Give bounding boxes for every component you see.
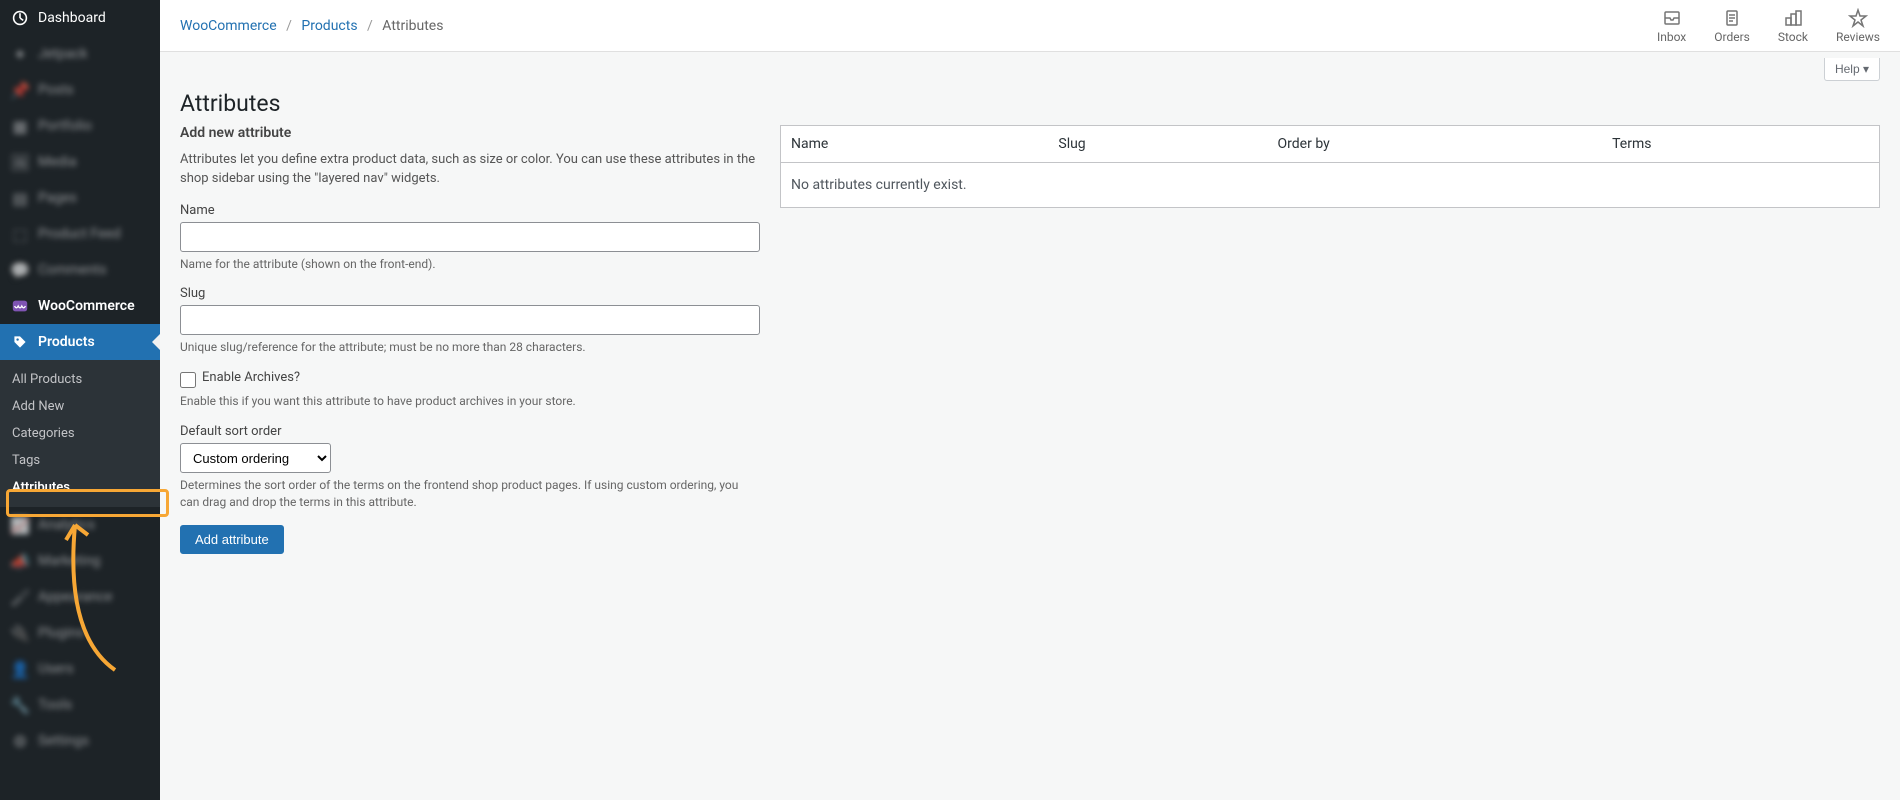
sidebar-item-woocommerce[interactable]: WooCommerce: [0, 288, 160, 324]
breadcrumb-sep: /: [367, 18, 373, 34]
sidebar-item-blurred[interactable]: 👤Users: [0, 651, 160, 687]
sidebar-item-blurred[interactable]: 💬Comments: [0, 252, 160, 288]
add-attribute-form: Add new attribute Attributes let you def…: [180, 125, 760, 554]
help-row: Help ▾: [160, 52, 1900, 81]
top-action-orders[interactable]: Orders: [1714, 8, 1750, 44]
woocommerce-icon: [10, 296, 30, 316]
th-name: Name: [781, 126, 1049, 163]
sidebar-item-blurred[interactable]: ⚙Settings: [0, 723, 160, 759]
submenu-attributes[interactable]: Attributes: [0, 474, 160, 501]
archives-help: Enable this if you want this attribute t…: [180, 393, 760, 410]
admin-sidebar: Dashboard ✦Jetpack 📌Posts ▦Portfolio 🖼Me…: [0, 0, 160, 800]
generic-icon: 📌: [10, 80, 30, 100]
top-action-stock[interactable]: Stock: [1778, 8, 1808, 44]
th-slug: Slug: [1048, 126, 1267, 163]
products-submenu: All Products Add New Categories Tags Att…: [0, 360, 160, 507]
empty-row: No attributes currently exist.: [781, 163, 1880, 208]
top-actions: Inbox Orders Stock Reviews: [1657, 8, 1880, 44]
generic-icon: 🔧: [10, 695, 30, 715]
th-terms: Terms: [1602, 126, 1879, 163]
generic-icon: ✦: [10, 44, 30, 64]
sort-label: Default sort order: [180, 424, 760, 439]
sort-select[interactable]: Custom ordering: [180, 443, 331, 473]
breadcrumb: WooCommerce / Products / Attributes: [180, 18, 443, 34]
generic-icon: ⚙: [10, 731, 30, 751]
add-new-heading: Add new attribute: [180, 125, 760, 141]
generic-icon: 💬: [10, 260, 30, 280]
submenu-categories[interactable]: Categories: [0, 420, 160, 447]
inbox-icon: [1662, 8, 1682, 28]
generic-icon: ⬚: [10, 224, 30, 244]
generic-icon: 📣: [10, 551, 30, 571]
content: Add new attribute Attributes let you def…: [160, 121, 1900, 574]
sidebar-item-blurred[interactable]: 🖼Media: [0, 144, 160, 180]
breadcrumb-woocommerce[interactable]: WooCommerce: [180, 18, 277, 34]
generic-icon: ▤: [10, 188, 30, 208]
archives-label[interactable]: Enable Archives?: [202, 370, 300, 385]
sidebar-label: WooCommerce: [38, 298, 135, 314]
sidebar-item-blurred[interactable]: ✦Jetpack: [0, 36, 160, 72]
sidebar-item-blurred[interactable]: ▤Pages: [0, 180, 160, 216]
generic-icon: 👤: [10, 659, 30, 679]
products-icon: [10, 332, 30, 352]
stock-icon: [1783, 8, 1803, 28]
sidebar-item-blurred[interactable]: 🖌Appearance: [0, 579, 160, 615]
sidebar-item-products[interactable]: Products: [0, 324, 160, 360]
sort-help: Determines the sort order of the terms o…: [180, 477, 760, 511]
topbar: WooCommerce / Products / Attributes Inbo…: [160, 0, 1900, 52]
main-content: WooCommerce / Products / Attributes Inbo…: [160, 0, 1900, 800]
sidebar-item-blurred[interactable]: 📣Marketing: [0, 543, 160, 579]
intro-text: Attributes let you define extra product …: [180, 151, 760, 189]
dashboard-icon: [10, 8, 30, 28]
submenu-add-new[interactable]: Add New: [0, 393, 160, 420]
slug-help: Unique slug/reference for the attribute;…: [180, 339, 760, 356]
name-label: Name: [180, 203, 760, 218]
help-button[interactable]: Help ▾: [1824, 58, 1880, 81]
name-help: Name for the attribute (shown on the fro…: [180, 256, 760, 273]
sidebar-label: Products: [38, 334, 95, 350]
sidebar-item-blurred[interactable]: ⬚Product Feed: [0, 216, 160, 252]
sidebar-item-dashboard[interactable]: Dashboard: [0, 0, 160, 36]
th-order-by: Order by: [1268, 126, 1603, 163]
chevron-down-icon: ▾: [1863, 62, 1869, 76]
breadcrumb-products[interactable]: Products: [301, 18, 357, 34]
add-attribute-button[interactable]: Add attribute: [180, 525, 284, 554]
sidebar-item-blurred[interactable]: 📌Posts: [0, 72, 160, 108]
sidebar-item-blurred[interactable]: 📈Analytics: [0, 507, 160, 543]
submenu-tags[interactable]: Tags: [0, 447, 160, 474]
sidebar-label: Dashboard: [38, 10, 106, 26]
generic-icon: ▦: [10, 116, 30, 136]
submenu-all-products[interactable]: All Products: [0, 366, 160, 393]
breadcrumb-current: Attributes: [382, 18, 443, 34]
page-title: Attributes: [160, 81, 1900, 121]
name-input[interactable]: [180, 222, 760, 252]
sidebar-item-blurred[interactable]: 🔧Tools: [0, 687, 160, 723]
attributes-table-wrap: Name Slug Order by Terms No attributes c…: [780, 125, 1880, 208]
top-action-reviews[interactable]: Reviews: [1836, 8, 1880, 44]
top-action-inbox[interactable]: Inbox: [1657, 8, 1686, 44]
sidebar-item-blurred[interactable]: ▦Portfolio: [0, 108, 160, 144]
generic-icon: 📈: [10, 515, 30, 535]
generic-icon: 🔌: [10, 623, 30, 643]
orders-icon: [1722, 8, 1742, 28]
sidebar-item-blurred[interactable]: 🔌Plugins: [0, 615, 160, 651]
slug-input[interactable]: [180, 305, 760, 335]
generic-icon: 🖌: [10, 587, 30, 607]
breadcrumb-sep: /: [286, 18, 292, 34]
attributes-table: Name Slug Order by Terms No attributes c…: [780, 125, 1880, 208]
archives-checkbox[interactable]: [180, 372, 196, 388]
slug-label: Slug: [180, 286, 760, 301]
generic-icon: 🖼: [10, 152, 30, 172]
star-icon: [1848, 8, 1868, 28]
